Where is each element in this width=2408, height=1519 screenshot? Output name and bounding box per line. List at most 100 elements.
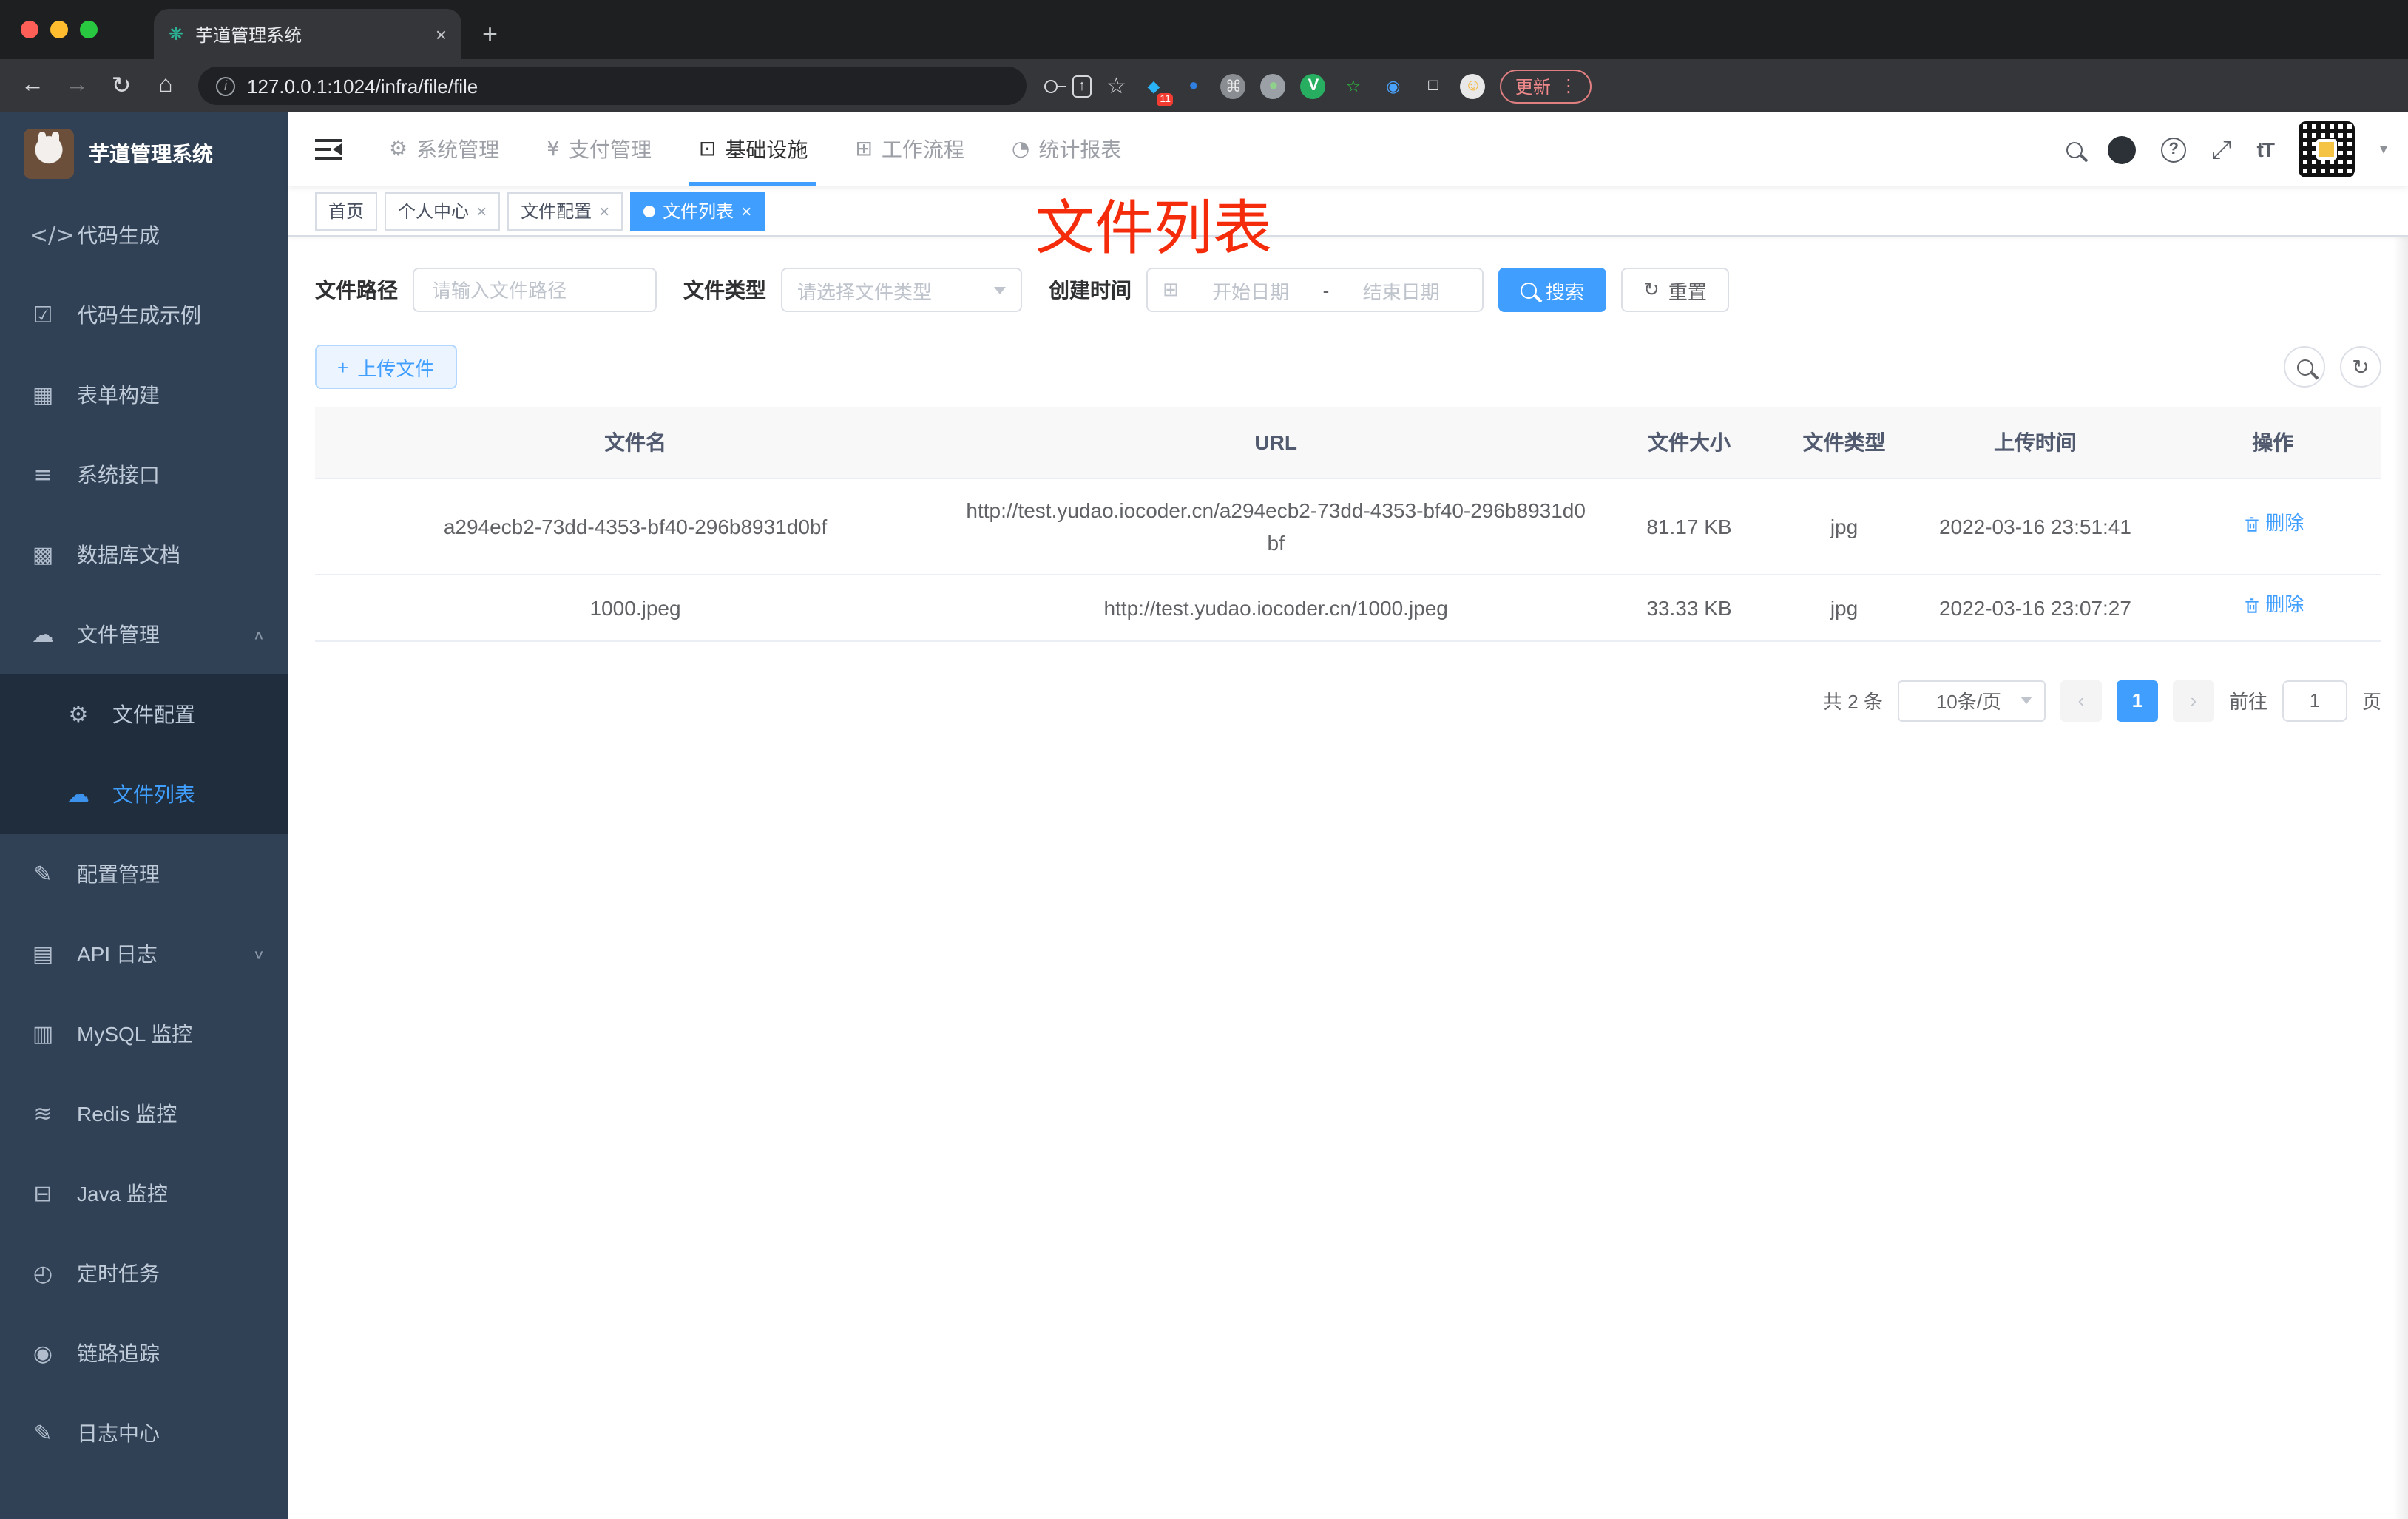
file-path-label: 文件路径 [315,278,398,302]
sidebar-item-trace[interactable]: ◉ 链路追踪 [0,1313,288,1393]
tag-label: 个人中心 [398,201,470,222]
sidebar-item-system-api[interactable]: ≡ 系统接口 [0,435,288,515]
table-toolbar: + 上传文件 ↻ [315,345,2381,389]
url-text: 127.0.0.1:1024/infra/file/file [247,75,478,97]
github-icon[interactable] [2108,135,2137,163]
sidebar-item-db-doc[interactable]: ▩ 数据库文档 [0,515,288,595]
search-button[interactable]: 搜索 [1498,268,1607,312]
tag-file-config[interactable]: 文件配置 × [507,192,623,230]
tab-close-icon[interactable]: × [436,23,447,45]
new-tab-button[interactable]: + [482,19,498,50]
sidebar-item-file-config[interactable]: ⚙ 文件配置 [0,674,288,754]
start-date-placeholder[interactable]: 开始日期 [1185,276,1317,304]
extension-balloon-icon[interactable]: ● [1181,73,1206,98]
goto-page-input[interactable] [2282,680,2347,722]
extension-green-dot-icon[interactable]: ● [1260,73,1286,98]
password-key-icon[interactable] [1044,79,1066,92]
sidebar-item-mysql-monitor[interactable]: ▥ MySQL 监控 [0,994,288,1074]
sidebar-item-file-list[interactable]: ☁ 文件列表 [0,754,288,834]
site-info-icon[interactable]: i [216,76,235,95]
end-date-placeholder[interactable]: 结束日期 [1335,276,1467,304]
reload-icon[interactable]: ↻ [104,71,139,101]
sidebar-item-form-builder[interactable]: ▦ 表单构建 [0,355,288,435]
tag-close-icon[interactable]: × [476,200,487,221]
avatar-caret-icon[interactable]: ▾ [2380,141,2387,158]
sidebar-item-file-manage[interactable]: ☁ 文件管理 ∧ [0,595,288,674]
fullscreen-icon[interactable]: ⤢ [2211,137,2231,162]
extension-puzzle-icon[interactable]: □ [1421,73,1446,98]
bookmark-star-icon[interactable]: ☆ [1106,72,1126,99]
reset-icon: ↻ [1643,278,1660,300]
tag-profile[interactable]: 个人中心 × [385,192,501,230]
browser-tab[interactable]: ❋ 芋道管理系统 × [154,9,461,59]
maximize-window-button[interactable] [80,21,98,38]
sidebar-item-log-center[interactable]: ✎ 日志中心 [0,1393,288,1473]
sidebar-item-java-monitor[interactable]: ⊟ Java 监控 [0,1154,288,1234]
home-icon[interactable]: ⌂ [148,72,183,99]
close-window-button[interactable] [21,21,38,38]
extension-command-icon[interactable]: ⌘ [1220,73,1246,98]
sidebar-item-label: 日志中心 [77,1421,160,1445]
sidebar-item-config-manage[interactable]: ✎ 配置管理 [0,834,288,914]
tag-file-list[interactable]: 文件列表 × [630,192,765,230]
sidebar-item-label: 系统接口 [77,463,160,487]
file-type-select[interactable]: 请选择文件类型 [781,268,1022,312]
next-page-button[interactable]: › [2172,680,2214,722]
cloud-upload-icon: ☁ [67,781,89,808]
gear-icon: ⚙ [68,701,89,728]
tag-close-icon[interactable]: × [599,200,609,221]
sidebar-item-code-gen[interactable]: </> 代码生成 [0,195,288,275]
top-nav-pay[interactable]: ¥ 支付管理 [523,112,675,186]
sidebar-item-cron-job[interactable]: ◴ 定时任务 [0,1234,288,1313]
scrollbar[interactable] [2393,112,2408,1519]
font-size-icon[interactable]: tT [2257,138,2275,161]
upload-file-button[interactable]: + 上传文件 [315,345,457,389]
back-icon[interactable]: ← [15,72,50,99]
sidebar-item-redis-monitor[interactable]: ≋ Redis 监控 [0,1074,288,1154]
menu-fold-icon[interactable] [315,139,342,160]
update-button[interactable]: 更新 ⋮ [1500,69,1592,103]
sidebar-item-label: Java 监控 [77,1182,168,1205]
url-bar[interactable]: i 127.0.0.1:1024/infra/file/file [198,67,1027,105]
top-nav-infra[interactable]: ⊡ 基础设施 [675,112,831,186]
refresh-icon: ↻ [2352,354,2370,378]
extension-v-circle-icon[interactable]: V [1300,73,1326,98]
page-size-select[interactable]: 10条/页 [1897,680,2046,722]
sidebar-item-api-log[interactable]: ▤ API 日志 ∨ [0,914,288,994]
file-path-input[interactable] [413,268,657,312]
forward-icon[interactable]: → [59,72,95,99]
page-size-value: 10条/页 [1935,691,2001,714]
extension-smiley-icon[interactable]: ☺ [1460,73,1486,98]
top-nav-system[interactable]: ⚙ 系统管理 [365,112,523,186]
minimize-window-button[interactable] [50,21,68,38]
search-icon[interactable] [2066,141,2083,158]
sidebar-item-label: 文件配置 [112,703,195,726]
tag-close-icon[interactable]: × [741,200,751,221]
reset-button[interactable]: ↻ 重置 [1621,268,1729,312]
top-nav-workflow[interactable]: ⊞ 工作流程 [831,112,987,186]
sidebar-item-label: Redis 监控 [77,1102,177,1126]
tag-home[interactable]: 首页 [315,192,378,230]
user-avatar[interactable] [2298,121,2355,177]
tag-label: 文件配置 [521,201,592,222]
share-icon[interactable]: ↑ [1072,75,1092,97]
sidebar-item-code-gen-example[interactable]: ☑ 代码生成示例 [0,275,288,355]
prev-page-button[interactable]: ‹ [2060,680,2102,722]
help-icon[interactable]: ? [2161,137,2187,162]
delete-button[interactable]: 删除 [2242,510,2304,541]
top-nav-report[interactable]: ◔ 统计报表 [988,112,1145,186]
date-range-picker[interactable]: ⊞ 开始日期 - 结束日期 [1146,268,1484,312]
page-1-button[interactable]: 1 [2116,680,2158,722]
extension-blue-diamond-icon[interactable]: ◆ 11 [1141,73,1174,106]
sidebar-item-label: 配置管理 [77,862,160,886]
show-search-button[interactable] [2284,346,2325,388]
delete-button[interactable]: 删除 [2242,591,2304,622]
sidebar-logo[interactable]: 芋道管理系统 [0,112,288,195]
refresh-button[interactable]: ↻ [2340,346,2381,388]
extension-green-star-icon[interactable]: ☆ [1341,73,1366,98]
create-time-label: 创建时间 [1049,278,1132,302]
trash-icon [2245,517,2258,532]
menu-dots-icon[interactable]: ⋮ [1560,75,1577,96]
edit-icon: ✎ [33,861,53,887]
extension-blue-eye-icon[interactable]: ◉ [1381,73,1406,98]
